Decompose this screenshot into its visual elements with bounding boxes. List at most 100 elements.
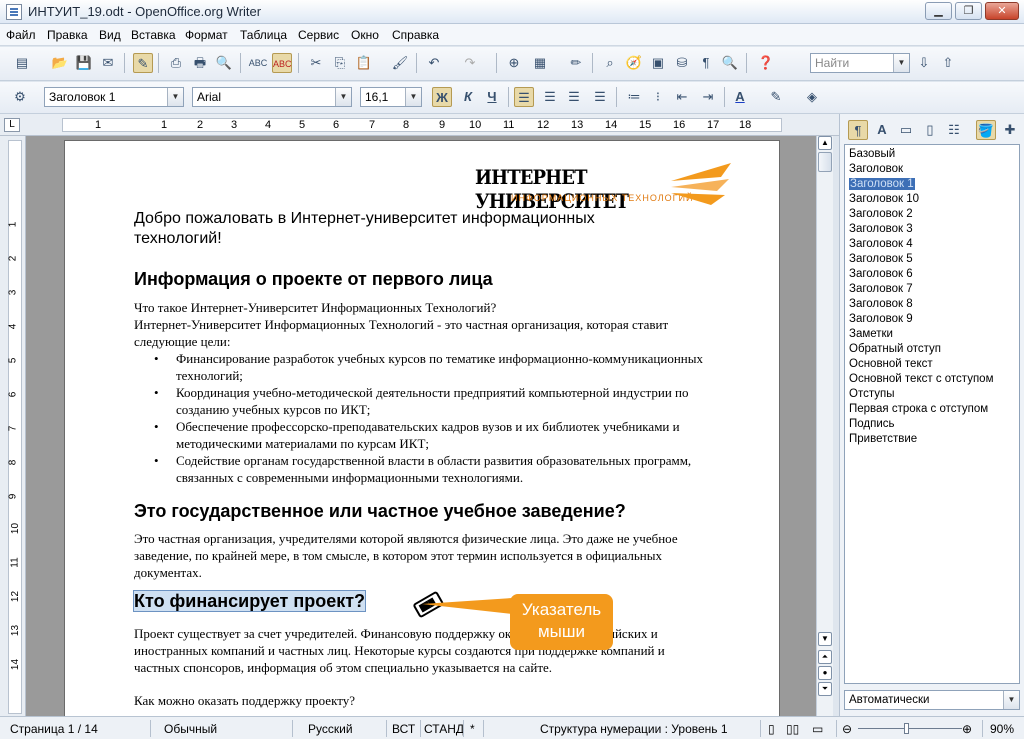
bold-button[interactable]: Ж bbox=[432, 87, 452, 107]
export-pdf-icon[interactable]: ⎙ bbox=[166, 53, 186, 73]
redo-icon[interactable]: ↷ bbox=[460, 53, 480, 73]
style-item[interactable]: Приветствие bbox=[849, 433, 917, 445]
insert-mode[interactable]: ВСТ bbox=[392, 722, 415, 736]
style-item[interactable]: Первая строка с отступом bbox=[849, 403, 988, 415]
paste-icon[interactable]: 📋 bbox=[354, 53, 374, 73]
style-item[interactable]: Заголовок 9 bbox=[849, 313, 913, 325]
previous-page-button[interactable]: ⏶ bbox=[818, 650, 832, 664]
maximize-button[interactable]: ❐ bbox=[955, 2, 982, 20]
align-right-icon[interactable]: ☰ bbox=[564, 87, 584, 107]
zoom-in-icon[interactable]: ⊕ bbox=[962, 722, 972, 736]
menu-tools[interactable]: Сервис bbox=[298, 28, 339, 42]
style-item[interactable]: Заголовок 8 bbox=[849, 298, 913, 310]
menu-window[interactable]: Окно bbox=[351, 28, 379, 42]
page-styles-icon[interactable]: ▯ bbox=[920, 120, 940, 140]
italic-button[interactable]: К bbox=[458, 87, 478, 107]
style-item[interactable]: Заголовок 3 bbox=[849, 223, 913, 235]
gallery-icon[interactable]: ▣ bbox=[648, 53, 668, 73]
increase-indent-icon[interactable]: ⇥ bbox=[698, 87, 718, 107]
next-page-button[interactable]: ⏷ bbox=[818, 682, 832, 696]
zoom-level[interactable]: 90% bbox=[990, 722, 1014, 736]
clone-formatting-icon[interactable]: 🖌 bbox=[390, 53, 410, 73]
justify-icon[interactable]: ☰ bbox=[590, 87, 610, 107]
autospellcheck-icon[interactable]: ABC bbox=[272, 53, 292, 73]
table-icon[interactable]: ▦ bbox=[530, 53, 550, 73]
style-item[interactable]: Базовый bbox=[849, 148, 895, 160]
spellcheck-icon[interactable]: ABC bbox=[248, 53, 268, 73]
email-icon[interactable]: ✉ bbox=[98, 53, 118, 73]
zoom-icon[interactable]: 🔍 bbox=[720, 53, 740, 73]
highlighting-icon[interactable]: ✎ bbox=[766, 87, 786, 107]
decrease-indent-icon[interactable]: ⇤ bbox=[672, 87, 692, 107]
document-area[interactable]: ИНТЕРНЕТ УНИВЕРСИТЕТ ИНФОРМАЦИОННЫХ ТЕХН… bbox=[26, 136, 816, 716]
style-item[interactable]: Отступы bbox=[849, 388, 894, 400]
vertical-scrollbar[interactable]: ▲ ▼ ⏶ ● ⏷ bbox=[816, 136, 833, 716]
copy-icon[interactable]: ⎘ bbox=[330, 53, 350, 73]
print-icon[interactable]: 🖶 bbox=[190, 53, 210, 73]
paragraph-styles-icon[interactable]: ¶ bbox=[848, 120, 868, 140]
language[interactable]: Русский bbox=[308, 722, 353, 736]
character-styles-icon[interactable]: A bbox=[872, 120, 892, 140]
find-replace-icon[interactable]: ⌕ bbox=[600, 53, 620, 73]
navigation-button[interactable]: ● bbox=[818, 666, 832, 680]
menu-edit[interactable]: Правка bbox=[47, 28, 88, 42]
book-view-icon[interactable]: ▭ bbox=[812, 722, 823, 736]
print-preview-icon[interactable]: 🔍 bbox=[214, 53, 234, 73]
new-document-icon[interactable]: ▤ bbox=[12, 53, 32, 73]
style-item[interactable]: Подпись bbox=[849, 418, 895, 430]
style-item[interactable]: Заголовок 7 bbox=[849, 283, 913, 295]
style-list[interactable]: Базовый Заголовок Заголовок 1 Заголовок … bbox=[844, 144, 1020, 684]
navigator-icon[interactable]: 🧭 bbox=[624, 53, 644, 73]
style-item[interactable]: Заголовок 6 bbox=[849, 268, 913, 280]
draw-functions-icon[interactable]: ✏ bbox=[566, 53, 586, 73]
help-icon[interactable]: ❓ bbox=[756, 53, 776, 73]
zoom-out-icon[interactable]: ⊖ bbox=[842, 722, 852, 736]
style-filter-select[interactable]: Автоматически ▼ bbox=[844, 690, 1020, 710]
single-page-view-icon[interactable]: ▯ bbox=[768, 722, 775, 736]
font-size-select[interactable]: 16,1 ▼ bbox=[360, 87, 422, 107]
scroll-down-button[interactable]: ▼ bbox=[818, 632, 832, 646]
style-item[interactable]: Основной текст с отступом bbox=[849, 373, 993, 385]
numbering-icon[interactable]: ≔ bbox=[624, 87, 644, 107]
minimize-button[interactable]: ▁ bbox=[925, 2, 952, 20]
bullets-icon[interactable]: ⁝ bbox=[648, 87, 668, 107]
two-page-view-icon[interactable]: ▯▯ bbox=[786, 722, 799, 736]
font-name-select[interactable]: Arial ▼ bbox=[192, 87, 352, 107]
find-previous-icon[interactable]: ⇧ bbox=[938, 53, 958, 73]
new-style-icon[interactable]: ✚ bbox=[1000, 120, 1020, 140]
page-indicator[interactable]: Страница 1 / 14 bbox=[10, 722, 98, 736]
formatting-marks-icon[interactable]: ¶ bbox=[696, 53, 716, 73]
menu-file[interactable]: Файл bbox=[6, 28, 36, 42]
undo-icon[interactable]: ↶ bbox=[424, 53, 444, 73]
menu-table[interactable]: Таблица bbox=[240, 28, 287, 42]
tab-stop-selector[interactable]: L bbox=[4, 118, 20, 132]
style-item[interactable]: Заголовок 5 bbox=[849, 253, 913, 265]
background-color-icon[interactable]: ◈ bbox=[802, 87, 822, 107]
underline-button[interactable]: Ч bbox=[482, 87, 502, 107]
list-styles-icon[interactable]: ☷ bbox=[944, 120, 964, 140]
paragraph-style-select[interactable]: Заголовок 1 ▼ bbox=[44, 87, 184, 107]
style-item[interactable]: Заголовок 4 bbox=[849, 238, 913, 250]
style-item[interactable]: Заметки bbox=[849, 328, 893, 340]
style-item[interactable]: Обратный отступ bbox=[849, 343, 941, 355]
style-item-selected[interactable]: Заголовок 1 bbox=[849, 178, 915, 190]
style-item[interactable]: Заголовок bbox=[849, 163, 903, 175]
style-item[interactable]: Заголовок 2 bbox=[849, 208, 913, 220]
frame-styles-icon[interactable]: ▭ bbox=[896, 120, 916, 140]
zoom-slider-thumb[interactable] bbox=[904, 723, 909, 734]
fill-format-icon[interactable]: 🪣 bbox=[976, 120, 996, 140]
styles-formatting-icon[interactable]: ⚙ bbox=[10, 87, 30, 107]
close-button[interactable]: ✕ bbox=[985, 2, 1019, 20]
open-icon[interactable]: 📂 bbox=[50, 53, 70, 73]
menu-view[interactable]: Вид bbox=[99, 28, 121, 42]
font-color-icon[interactable]: A bbox=[730, 87, 750, 107]
align-left-icon[interactable]: ☰ bbox=[514, 87, 534, 107]
style-item[interactable]: Заголовок 10 bbox=[849, 193, 919, 205]
save-icon[interactable]: 💾 bbox=[74, 53, 94, 73]
cut-icon[interactable]: ✂ bbox=[306, 53, 326, 73]
menu-format[interactable]: Формат bbox=[185, 28, 228, 42]
find-input[interactable]: Найти ▼ bbox=[810, 53, 910, 73]
hyperlink-icon[interactable]: ⊕ bbox=[504, 53, 524, 73]
scroll-thumb[interactable] bbox=[818, 152, 832, 172]
page-style[interactable]: Обычный bbox=[164, 722, 217, 736]
